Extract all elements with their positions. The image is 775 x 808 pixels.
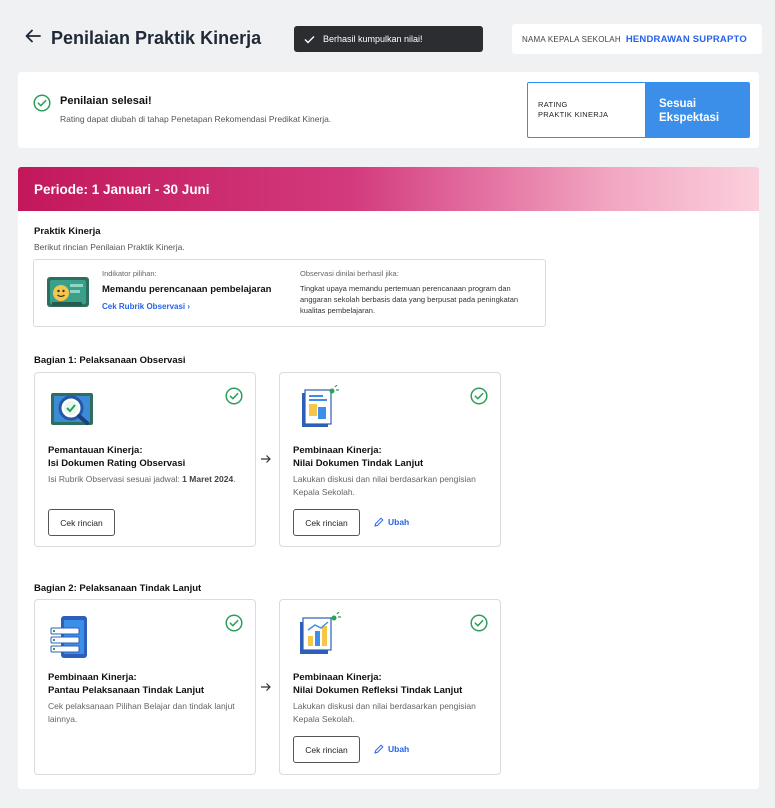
cek-rubrik-link[interactable]: Cek Rubrik Observasi › — [102, 302, 190, 311]
indikator-illustration-icon — [47, 277, 89, 307]
step-title-line2: Isi Dokumen Rating Observasi — [48, 458, 186, 469]
indikator-label: Indikator pilihan: — [102, 269, 157, 278]
step-desc-end: . — [233, 474, 236, 484]
report-chart-icon — [300, 612, 341, 654]
periode-title: Periode: 1 Januari - 30 Juni — [34, 182, 210, 197]
bagian2-title: Bagian 2: Pelaksanaan Tindak Lanjut — [34, 583, 202, 594]
step-card-pembinaan-tindak-lanjut: Pembinaan Kinerja: Nilai Dokumen Tindak … — [279, 372, 501, 547]
indikator-value: Memandu perencanaan pembelajaran — [102, 284, 272, 295]
step-description: Cek pelaksanaan Pilihan Belajar dan tind… — [48, 701, 235, 724]
rating-box: RATING PRAKTIK KINERJA Sesuai Ekspektasi — [527, 82, 750, 138]
kepsek-name: HENDRAWAN SUPRAPTO — [625, 33, 747, 45]
step-card-refleksi-tindak-lanjut: Pembinaan Kinerja: Nilai Dokumen Refleks… — [279, 599, 501, 775]
rating-label: RATING PRAKTIK KINERJA — [528, 83, 645, 137]
step-card-pantau-tindak-lanjut: Pembinaan Kinerja: Pantau Pelaksanaan Ti… — [34, 599, 256, 775]
rating-value-line2: Ekspektasi — [659, 112, 720, 124]
page-title: Penilaian Praktik Kinerja — [51, 28, 262, 48]
ubah-link[interactable]: Ubah — [374, 517, 409, 527]
step-title-line1: Pembinaan Kinerja: — [293, 672, 382, 683]
observasi-label: Observasi dinilai berhasil jika: — [300, 269, 399, 278]
kepala-sekolah-info: NAMA KEPALA SEKOLAH HENDRAWAN SUPRAPTO — [512, 24, 762, 54]
cek-rincian-button[interactable]: Cek rincian — [293, 736, 360, 763]
step-title-line2: Nilai Dokumen Refleksi Tindak Lanjut — [293, 685, 463, 696]
periode-card: Periode: 1 Januari - 30 Juni Praktik Kin… — [18, 167, 759, 789]
step-description: Lakukan diskusi dan nilai berdasarkan pe… — [293, 701, 476, 724]
step-title: Pembinaan Kinerja: Nilai Dokumen Refleks… — [293, 671, 493, 697]
indikator-box: Indikator pilihan: Memandu perencanaan p… — [33, 259, 546, 327]
cek-rincian-button[interactable]: Cek rincian — [48, 509, 115, 536]
step-title-line1: Pembinaan Kinerja: — [293, 445, 382, 456]
document-chart-icon — [302, 385, 339, 427]
praktik-title: Praktik Kinerja — [34, 226, 101, 237]
step-title-line1: Pemantauan Kinerja: — [48, 445, 143, 456]
check-circle-icon — [225, 614, 243, 632]
cek-rincian-button[interactable]: Cek rincian — [293, 509, 360, 536]
step-description: Isi Rubrik Observasi sesuai jadwal: 1 Ma… — [48, 473, 248, 486]
bagian1-title: Bagian 1: Pelaksanaan Observasi — [34, 355, 186, 366]
step-title-line2: Nilai Dokumen Tindak Lanjut — [293, 458, 424, 469]
check-circle-icon — [470, 387, 488, 405]
status-card: Penilaian selesai! Rating dapat diubah d… — [18, 72, 759, 148]
toast-message: Berhasil kumpulkan nilai! — [323, 34, 423, 44]
step-title: Pembinaan Kinerja: Nilai Dokumen Tindak … — [293, 444, 493, 470]
rating-label-line1: RATING — [538, 100, 568, 109]
arrow-right-icon — [261, 455, 271, 463]
kepsek-label: NAMA KEPALA SEKOLAH — [522, 34, 621, 44]
rating-label-line2: PRAKTIK KINERJA — [538, 110, 609, 119]
rating-value-line1: Sesuai — [659, 98, 697, 110]
top-bar: Penilaian Praktik Kinerja Berhasil kumpu… — [0, 0, 775, 70]
phone-checklist-icon — [50, 616, 87, 658]
step-desc-date: 1 Maret 2024 — [182, 474, 234, 484]
pencil-icon — [374, 744, 384, 754]
ubah-label: Ubah — [388, 517, 410, 527]
ubah-link[interactable]: Ubah — [374, 744, 409, 754]
arrow-right-icon — [261, 683, 271, 691]
check-circle-icon — [470, 614, 488, 632]
pencil-icon — [374, 517, 384, 527]
check-circle-icon — [33, 94, 51, 112]
ubah-label: Ubah — [388, 744, 410, 754]
step-desc-text: Isi Rubrik Observasi sesuai jadwal: — [48, 474, 183, 484]
periode-header: Periode: 1 Januari - 30 Juni — [18, 167, 759, 211]
praktik-subtitle: Berikut rincian Penilaian Praktik Kinerj… — [34, 242, 185, 252]
step-title-line1: Pembinaan Kinerja: — [48, 672, 137, 683]
status-subtitle: Rating dapat diubah di tahap Penetapan R… — [60, 114, 332, 124]
step-title-line2: Pantau Pelaksanaan Tindak Lanjut — [48, 685, 205, 696]
rating-value: Sesuai Ekspektasi — [645, 83, 749, 137]
check-circle-icon — [225, 387, 243, 405]
magnifier-document-icon — [51, 393, 93, 425]
step-card-pemantauan: Pemantauan Kinerja: Isi Dokumen Rating O… — [34, 372, 256, 547]
back-arrow-icon[interactable] — [24, 27, 42, 45]
step-title: Pembinaan Kinerja: Pantau Pelaksanaan Ti… — [48, 671, 248, 697]
step-description: Lakukan diskusi dan nilai berdasarkan pe… — [293, 474, 476, 497]
status-title: Penilaian selesai! — [60, 95, 152, 107]
check-icon — [304, 35, 315, 43]
success-toast: Berhasil kumpulkan nilai! — [294, 26, 483, 52]
observasi-text: Tingkat upaya memandu pertemuan perencan… — [300, 284, 519, 315]
step-title: Pemantauan Kinerja: Isi Dokumen Rating O… — [48, 444, 248, 470]
